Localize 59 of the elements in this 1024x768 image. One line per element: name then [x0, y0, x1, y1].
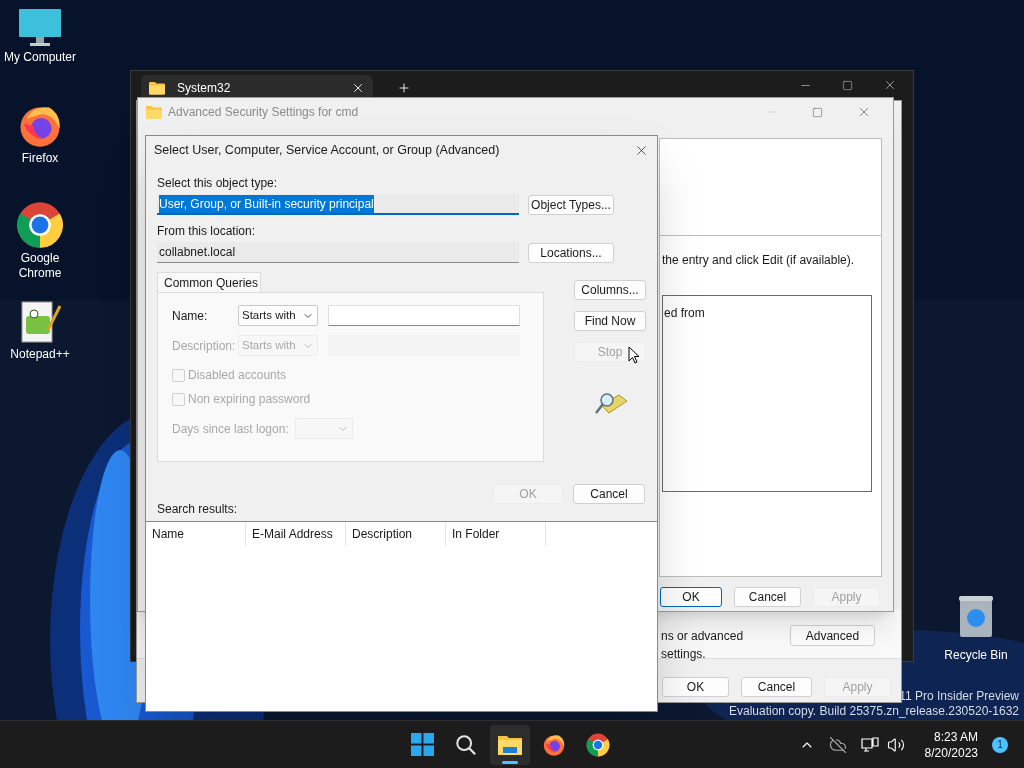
notepad-icon	[18, 299, 62, 345]
column-header: ed from	[664, 306, 705, 320]
text-field[interactable]	[328, 305, 520, 327]
checkbox-label: Non expiring password	[188, 391, 311, 409]
field-label: Search results:	[157, 501, 239, 519]
folder-icon	[498, 734, 522, 755]
dialog-button[interactable]: Advanced	[789, 625, 875, 646]
network-icon[interactable]	[860, 736, 879, 753]
monitor-icon	[18, 8, 62, 48]
window-title: Advanced Security Settings for cmd	[168, 104, 359, 121]
dialog-button[interactable]: Cancel	[573, 484, 645, 505]
volume-icon[interactable]	[886, 735, 905, 754]
firefox-icon	[542, 732, 566, 757]
field-label: Name:	[172, 307, 209, 325]
taskbar-app[interactable]	[490, 724, 530, 765]
desktop-icon-label[interactable]: Google Chrome	[2, 251, 78, 281]
desktop-icon-label[interactable]: Firefox	[2, 151, 78, 166]
dialog-button[interactable]: Locations...	[528, 242, 614, 263]
field-label: From this location:	[157, 223, 257, 241]
folder-icon	[146, 105, 162, 119]
hint-text: ns or advanced settings.	[661, 628, 745, 663]
clock[interactable]: 8:23 AM 8/20/2023	[924, 728, 978, 761]
dialog-button[interactable]: Object Types...	[528, 194, 614, 215]
column-header[interactable]: E-Mail Address	[246, 522, 346, 547]
dialog-button[interactable]: Find Now	[574, 311, 646, 332]
column-header[interactable]: Name	[146, 522, 246, 547]
cursor-icon	[628, 346, 640, 365]
windows-logo-icon	[410, 733, 434, 756]
notification-badge[interactable]: 1	[992, 736, 1008, 753]
folder-icon	[149, 81, 165, 95]
column-header[interactable]: Description	[346, 522, 446, 547]
new-tab-icon[interactable]	[397, 81, 411, 95]
cloud-off-icon[interactable]	[828, 735, 847, 754]
location-field: collabnet.local	[157, 242, 519, 264]
chrome-icon	[586, 732, 610, 757]
dialog-button[interactable]: OK	[660, 587, 722, 607]
desktop-icon-label[interactable]: My Computer	[2, 50, 78, 65]
hint-text: the entry and click Edit (if available).	[662, 252, 856, 269]
dialog-button[interactable]: Cancel	[741, 677, 812, 697]
field-label: Description:	[172, 337, 237, 355]
dropdown[interactable]: Starts with	[238, 305, 318, 327]
dialog-title: Select User, Computer, Service Account, or Group (Advanced)	[154, 141, 500, 159]
close-icon[interactable]	[883, 78, 897, 92]
object-type-field[interactable]: User, Group, or Built-in security principal	[157, 194, 519, 216]
column-header[interactable]: In Folder	[446, 522, 546, 547]
desktop-icon-label[interactable]: Recycle Bin	[944, 646, 1008, 664]
recycle-bin-icon	[959, 596, 993, 638]
watermark-text: Evaluation copy. Build 25375.zn_release.230520-1632	[729, 704, 1019, 719]
field-label: Days since last logon:	[172, 420, 289, 438]
dialog-button[interactable]: OK	[662, 677, 729, 697]
dialog-button[interactable]: Columns...	[574, 280, 646, 301]
desktop-icon-label[interactable]: Notepad++	[2, 347, 78, 362]
checkbox-label: Disabled accounts	[188, 367, 287, 385]
dialog-button[interactable]: Cancel	[734, 587, 801, 607]
tab[interactable]: Common Queries	[157, 272, 261, 293]
search-icon	[455, 733, 477, 756]
close-icon[interactable]	[351, 81, 365, 95]
chrome-icon	[16, 201, 64, 249]
field-label: Select this object type:	[157, 175, 279, 193]
